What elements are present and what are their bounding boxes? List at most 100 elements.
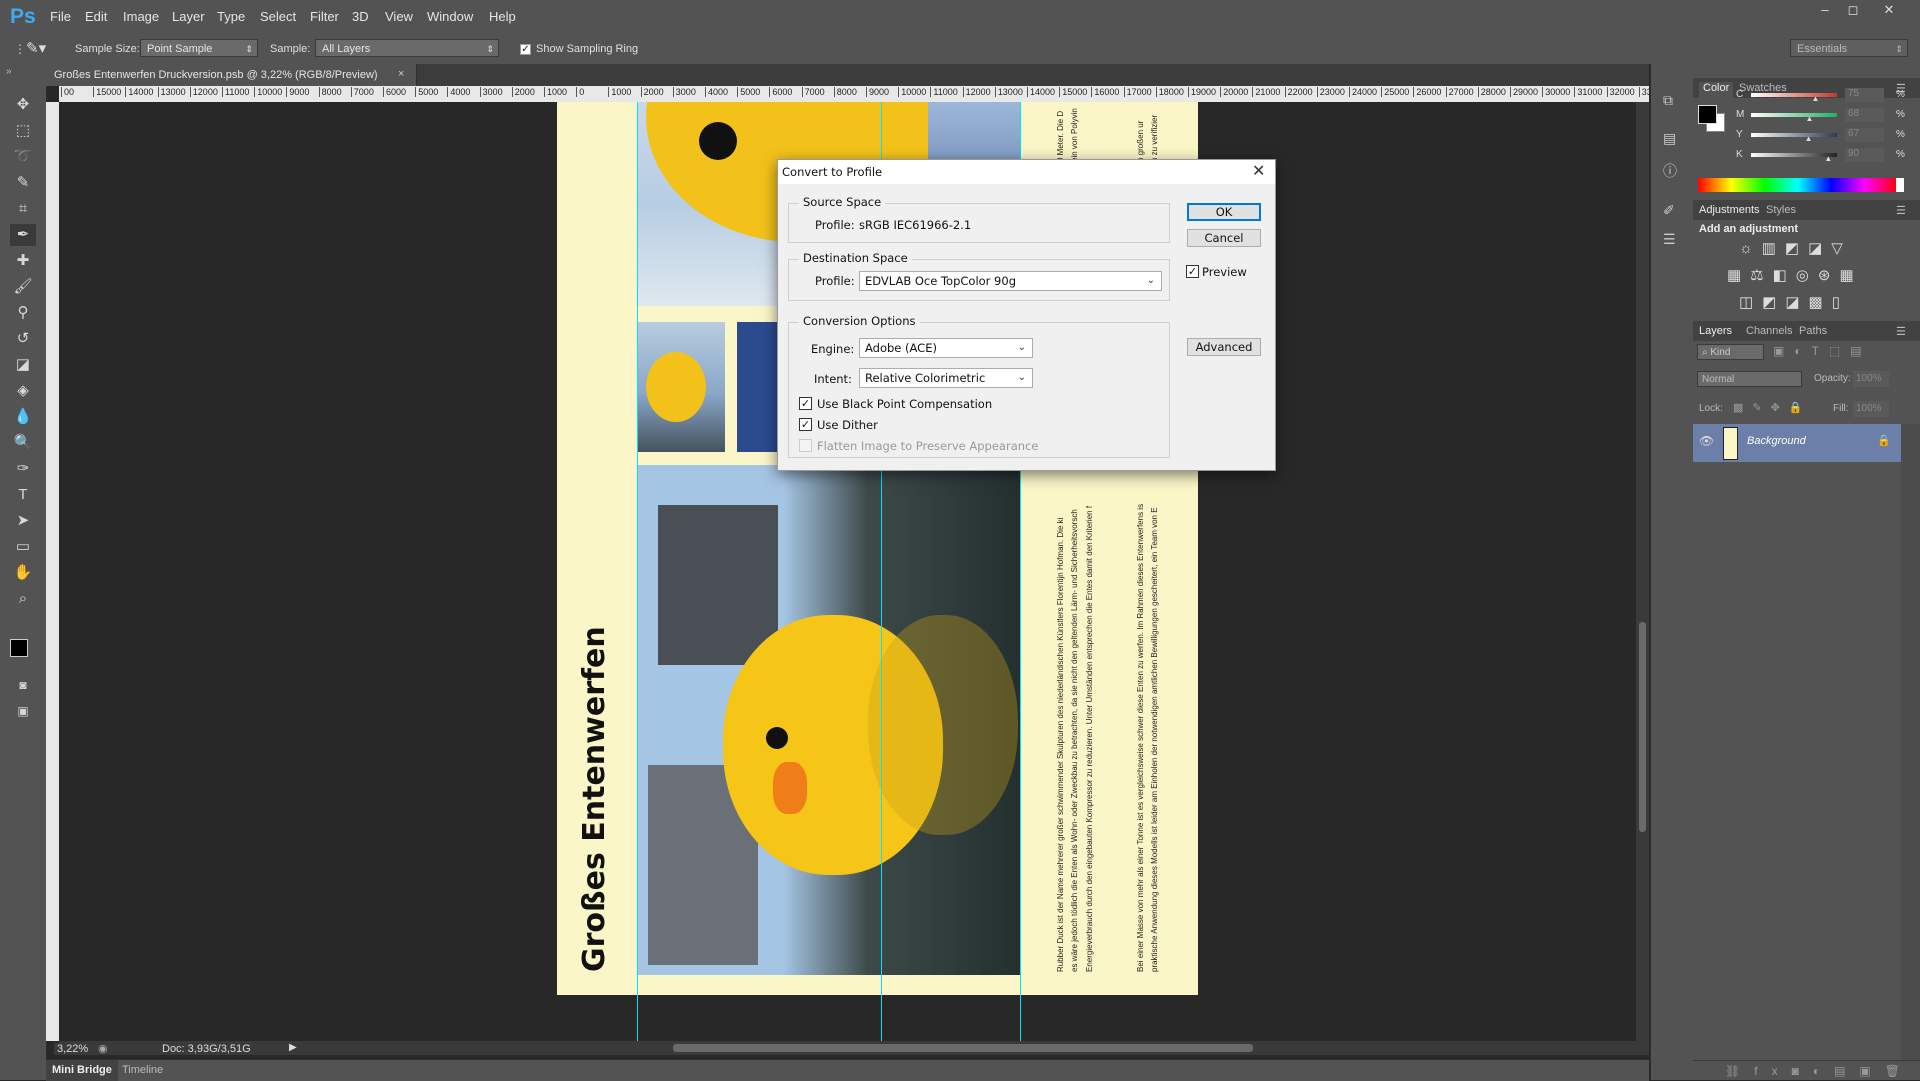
- paint-bucket-tool-icon[interactable]: ◈: [10, 380, 36, 402]
- show-sampling-ring-checkbox[interactable]: ✓: [520, 44, 531, 55]
- minimize-button[interactable]: –: [1810, 0, 1840, 20]
- close-window-button[interactable]: ✕: [1874, 0, 1904, 20]
- close-tab-icon[interactable]: ×: [398, 68, 404, 80]
- document-tab[interactable]: Großes Entenwerfen Druckversion.psb @ 3,…: [46, 64, 417, 86]
- tab-mini-bridge[interactable]: Mini Bridge: [46, 1060, 118, 1081]
- clone-stamp-tool-icon[interactable]: ⚲: [10, 302, 36, 324]
- move-tool-icon[interactable]: ✥: [10, 94, 36, 116]
- channel-value-input[interactable]: 68: [1845, 108, 1884, 122]
- vertical-scroll-thumb[interactable]: [1639, 622, 1646, 832]
- tab-channels[interactable]: Channels: [1746, 325, 1792, 337]
- blend-mode-select[interactable]: Normal: [1697, 371, 1802, 387]
- layer-comps-icon[interactable]: ▤: [1663, 130, 1676, 147]
- collapse-toolbar-icon[interactable]: »: [6, 66, 12, 77]
- blur-tool-icon[interactable]: 💧: [10, 406, 36, 428]
- channel-slider-knob-icon[interactable]: ▲: [1824, 154, 1832, 163]
- eyedropper-preset-icon[interactable]: ✎▾: [26, 39, 46, 57]
- ok-button[interactable]: OK: [1187, 203, 1261, 221]
- cancel-button[interactable]: Cancel: [1187, 229, 1261, 247]
- screen-mode-icon[interactable]: ▣: [10, 700, 36, 722]
- sample-size-select[interactable]: Point Sample ⇕: [140, 39, 258, 57]
- dither-checkbox[interactable]: ✓: [799, 418, 812, 431]
- crop-tool-icon[interactable]: ⌗: [10, 198, 36, 220]
- menu-window[interactable]: Window: [427, 9, 473, 24]
- menu-help[interactable]: Help: [489, 9, 516, 24]
- channel-value-input[interactable]: 75: [1845, 88, 1884, 102]
- sample-select[interactable]: All Layers ⇕: [315, 39, 499, 57]
- preview-label[interactable]: Preview: [1202, 265, 1247, 279]
- vertical-scrollbar[interactable]: [1636, 102, 1649, 1041]
- advanced-button[interactable]: Advanced: [1187, 338, 1261, 356]
- color-foreground-swatch[interactable]: [1698, 105, 1717, 124]
- lasso-tool-icon[interactable]: ➰: [10, 146, 36, 168]
- zoom-tool-icon[interactable]: ⌕: [10, 588, 36, 610]
- layer-name[interactable]: Background: [1747, 435, 1806, 447]
- eyedropper-tool-icon[interactable]: ✒: [10, 224, 36, 246]
- path-selection-tool-icon[interactable]: ➤: [10, 510, 36, 532]
- menu-edit[interactable]: Edit: [85, 9, 107, 24]
- workspace-select[interactable]: Essentials ⇕: [1790, 39, 1908, 57]
- brush-panel-icon[interactable]: ✐: [1663, 202, 1675, 219]
- channel-slider[interactable]: [1751, 93, 1837, 97]
- panel-menu-icon[interactable]: ☰: [1896, 204, 1906, 217]
- channel-slider-knob-icon[interactable]: ▲: [1805, 114, 1813, 123]
- destination-profile-select[interactable]: EDVLAB Oce TopColor 90g ⌄: [859, 271, 1162, 291]
- type-tool-icon[interactable]: T: [10, 484, 36, 506]
- history-panel-icon[interactable]: ⧉: [1663, 92, 1673, 109]
- fill-input[interactable]: 100%: [1853, 401, 1889, 417]
- channel-value-input[interactable]: 67: [1845, 128, 1884, 142]
- foreground-color-swatch[interactable]: [10, 639, 28, 657]
- visibility-eye-icon[interactable]: 👁: [1699, 434, 1714, 448]
- dialog-close-icon[interactable]: ✕: [1252, 161, 1265, 180]
- layer-row[interactable]: 👁 Background 🔒: [1693, 424, 1901, 462]
- tab-styles[interactable]: Styles: [1766, 204, 1796, 216]
- marquee-tool-icon[interactable]: ⬚: [10, 120, 36, 142]
- adjustment-icons-row-1[interactable]: ☼▥◩◪▽: [1739, 239, 1852, 257]
- tab-layers[interactable]: Layers: [1699, 325, 1732, 337]
- menu-3d[interactable]: 3D: [352, 9, 369, 24]
- opacity-input[interactable]: 100%: [1853, 371, 1889, 387]
- tab-adjustments[interactable]: Adjustments: [1699, 204, 1760, 216]
- menu-layer[interactable]: Layer: [172, 9, 205, 24]
- quick-mask-icon[interactable]: ◙: [10, 674, 36, 696]
- quick-select-tool-icon[interactable]: ✎: [10, 172, 36, 194]
- guide-line[interactable]: [637, 102, 638, 1041]
- dodge-tool-icon[interactable]: 🔍: [10, 432, 36, 454]
- hand-tool-icon[interactable]: ✋: [10, 562, 36, 584]
- adjustment-icons-row-3[interactable]: ◫◩◪▩▯: [1739, 293, 1849, 311]
- adjustment-icons-row-2[interactable]: ▦⚖◧◎⊛▦: [1727, 266, 1863, 284]
- preview-checkbox[interactable]: ✓: [1186, 265, 1199, 278]
- layer-filter-select[interactable]: ⌕ Kind: [1697, 344, 1764, 360]
- channel-slider[interactable]: [1751, 113, 1837, 117]
- pen-tool-icon[interactable]: ✑: [10, 458, 36, 480]
- layer-filter-icons[interactable]: ▣◐T⬚▤: [1773, 344, 1872, 358]
- layers-scrollbar[interactable]: [1901, 424, 1920, 1060]
- menu-type[interactable]: Type: [217, 9, 245, 24]
- black-point-checkbox[interactable]: ✓: [799, 397, 812, 410]
- brush-tool-icon[interactable]: 🖌: [10, 276, 36, 298]
- status-menu-arrow-icon[interactable]: ▶: [289, 1042, 297, 1053]
- info-panel-icon[interactable]: ⓘ: [1663, 161, 1677, 181]
- status-info-icon[interactable]: ◉: [98, 1042, 108, 1055]
- spectrum-white-swatch[interactable]: [1896, 178, 1904, 192]
- healing-brush-tool-icon[interactable]: ✚: [10, 250, 36, 272]
- intent-select[interactable]: Relative Colorimetric ⌄: [859, 368, 1033, 388]
- zoom-level[interactable]: 3,22%: [54, 1043, 92, 1055]
- layers-footer-icons[interactable]: ⛓fx◙◐▤▣🗑: [1693, 1060, 1920, 1080]
- eraser-tool-icon[interactable]: ◪: [10, 354, 36, 376]
- menu-file[interactable]: File: [50, 9, 71, 24]
- channel-slider-knob-icon[interactable]: ▲: [1805, 134, 1813, 143]
- rectangle-tool-icon[interactable]: ▭: [10, 536, 36, 558]
- color-spectrum-bar[interactable]: [1698, 178, 1898, 192]
- menu-view[interactable]: View: [385, 9, 413, 24]
- tab-paths[interactable]: Paths: [1799, 325, 1827, 337]
- channel-slider-knob-icon[interactable]: ▲: [1812, 94, 1820, 103]
- black-point-label[interactable]: Use Black Point Compensation: [817, 397, 992, 411]
- maximize-button[interactable]: ◻: [1838, 0, 1868, 20]
- panel-menu-icon[interactable]: ☰: [1896, 325, 1906, 338]
- menu-image[interactable]: Image: [123, 9, 159, 24]
- tab-timeline[interactable]: Timeline: [122, 1064, 163, 1076]
- channel-value-input[interactable]: 90: [1845, 148, 1884, 162]
- properties-panel-icon[interactable]: ☰: [1663, 231, 1676, 248]
- horizontal-scroll-thumb[interactable]: [673, 1044, 1253, 1052]
